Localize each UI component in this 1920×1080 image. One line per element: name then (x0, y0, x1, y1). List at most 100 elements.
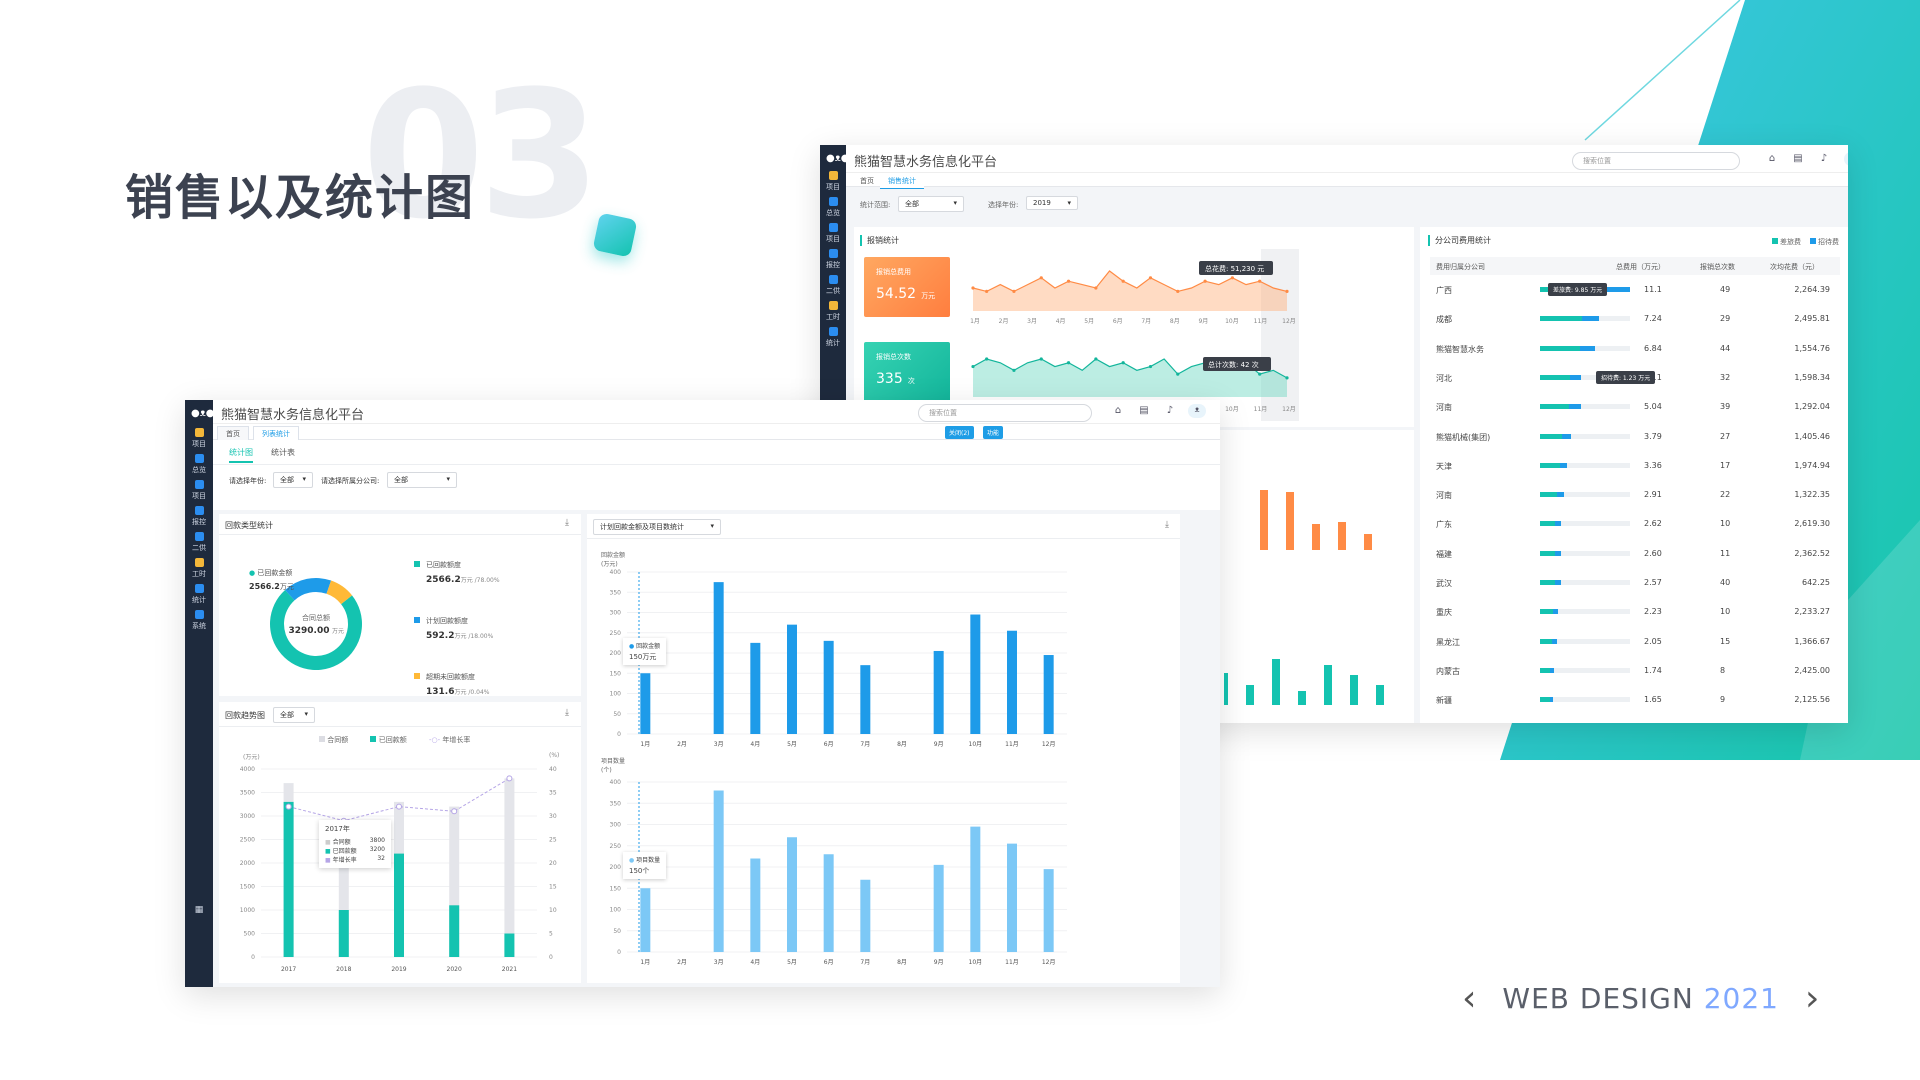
month-tick-label: 10月 (1225, 406, 1239, 413)
trend-tooltip-label: 年增长率 (332, 857, 357, 864)
sidebar-item[interactable]: 工时 (185, 558, 213, 579)
sidebar-item[interactable]: 报控 (820, 249, 846, 270)
legend-travel[interactable]: 差旅费 (1772, 237, 1801, 247)
trend-select[interactable]: 全部 ▾ (273, 707, 315, 723)
table-row[interactable]: 天津 3.36 17 1,974.94 (1430, 457, 1840, 475)
sidebar-item[interactable]: 报控 (185, 506, 213, 527)
sidebar-item[interactable]: 项目 (185, 480, 213, 501)
grid-menu-icon[interactable]: ▦ (185, 905, 213, 915)
download-icon[interactable]: ⤓ (1165, 520, 1169, 530)
bell-icon[interactable]: ♪ (1818, 153, 1830, 165)
table-row[interactable]: 内蒙古 1.74 8 2,425.00 (1430, 662, 1840, 680)
y2-tick-label: 40 (549, 766, 557, 773)
branch-avg: 1,598.34 (1794, 372, 1830, 382)
table-row[interactable]: 熊猫机械(集团) 3.79 27 1,405.46 (1430, 428, 1840, 446)
table-row[interactable]: 重庆 2.23 10 2,233.27 (1430, 603, 1840, 621)
received-bar (394, 853, 404, 957)
branch-name: 重庆 (1436, 608, 1452, 618)
plan-bottom-tooltip-label: 项目数量 (636, 857, 661, 864)
sidebar-item[interactable]: 系统 (185, 610, 213, 631)
branch-bar (1540, 316, 1630, 322)
y-tick-label: 150 (610, 670, 622, 677)
table-row[interactable]: 广东 2.62 10 2,619.30 (1430, 515, 1840, 533)
area-point (985, 357, 989, 361)
download-icon[interactable]: ⤓ (565, 708, 569, 718)
table-row[interactable]: 河南 5.04 39 1,292.04 (1430, 398, 1840, 416)
view-tab-chart[interactable]: 统计图 (229, 447, 253, 463)
received-bar (449, 905, 460, 957)
x-tick-label: 2019 (391, 966, 406, 973)
clipboard-icon[interactable]: ▤ (1792, 153, 1804, 165)
close-tabs-button[interactable]: 关闭(2) (945, 426, 974, 439)
count-tooltip: 总计次数: 42 次 (1203, 357, 1271, 371)
search-input[interactable]: 搜索位置 (1572, 152, 1740, 170)
table-row[interactable]: 熊猫智慧水务 6.84 44 1,554.76 (1430, 340, 1840, 358)
sidebar-item[interactable]: 二供 (820, 275, 846, 296)
table-row[interactable]: 河南 2.91 22 1,322.35 (1430, 486, 1840, 504)
year-select[interactable]: 2019 ▾ (1026, 196, 1078, 210)
month-bar (787, 624, 797, 734)
view-tab-table[interactable]: 统计表 (271, 447, 295, 458)
home-icon[interactable]: ⌂ (1112, 405, 1124, 417)
table-row[interactable]: 广西 11.1 49 2,264.39 (1430, 281, 1840, 299)
category-bar (1364, 534, 1372, 550)
table-row[interactable]: 新疆 1.65 9 2,125.56 (1430, 691, 1840, 709)
sidebar-item[interactable]: 项目 (185, 428, 213, 449)
branch-name: 黑龙江 (1436, 637, 1460, 647)
branch-count: 44 (1720, 343, 1731, 353)
sidebar-item[interactable]: 统计 (820, 327, 846, 348)
legend-swatch (414, 561, 420, 567)
legend-label: 超期未回款额度 (426, 673, 475, 681)
function-button[interactable]: 功能 (983, 426, 1004, 439)
col-branch[interactable]: 费用归属分公司 (1436, 262, 1485, 272)
search-input[interactable]: 搜索位置 (918, 404, 1092, 422)
sidebar-item[interactable]: 统计 (185, 584, 213, 605)
sidebar-item[interactable]: 工时 (820, 301, 846, 322)
category-bar (1350, 675, 1358, 705)
branch-name: 熊猫智慧水务 (1436, 344, 1484, 354)
tab-sales-stats[interactable]: 销售统计 (880, 174, 924, 189)
front-topbar: 熊猫智慧水务信息化平台 搜索位置 ⌂ ▤ ♪ ᴥ (213, 400, 1220, 424)
sidebar-item[interactable]: 二供 (185, 532, 213, 553)
table-row[interactable]: 成都 7.24 29 2,495.81 (1430, 310, 1840, 328)
month-bar (933, 650, 944, 734)
branch-total: 1.74 (1644, 665, 1662, 675)
col-count[interactable]: 报销总次数 (1700, 262, 1735, 272)
x-tick-label: 2017 (281, 966, 296, 973)
y-tick-label: 0 (617, 949, 621, 956)
col-avg[interactable]: 次均花费（元） (1770, 262, 1819, 272)
year-filter-select[interactable]: 全部 ▾ (273, 472, 313, 488)
front-tabstrip: 首页 列表统计 关闭(2) 功能 (213, 424, 1220, 442)
avatar[interactable]: ᴥ (1188, 404, 1206, 418)
svg-text:万元: 万元 (332, 628, 344, 635)
download-icon[interactable]: ⤓ (565, 518, 569, 528)
table-row[interactable]: 武汉 2.57 40 642.25 (1430, 574, 1840, 592)
col-total[interactable]: 总费用（万元） (1616, 262, 1665, 272)
range-select[interactable]: 全部 ▾ (898, 196, 964, 212)
count-card-value: 335 (876, 371, 903, 387)
table-row[interactable]: 黑龙江 2.05 15 1,366.67 (1430, 633, 1840, 651)
company-filter-select[interactable]: 全部 ▾ (387, 472, 457, 488)
bell-icon[interactable]: ♪ (1164, 405, 1176, 417)
clipboard-icon[interactable]: ▤ (1138, 405, 1150, 417)
legend-value-row: 2566.2万元 /78.00% (426, 575, 500, 585)
sidebar-item[interactable]: 项目 (820, 171, 846, 192)
sidebar-item[interactable]: 总览 (185, 454, 213, 475)
home-icon[interactable]: ⌂ (1766, 153, 1778, 165)
plan-select[interactable]: 计划回款金额及项目数统计 ▾ (593, 519, 721, 535)
slide: 03 销售以及统计图 ●ᴥ● 项目 总览 项目 报控 二供 工时 统计 熊猫智慧水务信息化平… (0, 0, 1920, 1080)
chevron-left-icon[interactable]: ‹ (1462, 978, 1476, 1019)
hosting-fill (1579, 345, 1596, 351)
area-point (1012, 368, 1016, 372)
sidebar-item[interactable]: 项目 (820, 223, 846, 244)
area-point (1094, 286, 1098, 290)
sidebar-item[interactable]: 总览 (820, 197, 846, 218)
legend-hosting[interactable]: 招待费 (1810, 237, 1839, 247)
avatar[interactable]: ᴥ (1844, 152, 1848, 166)
table-row[interactable]: 福建 2.60 11 2,362.52 (1430, 545, 1840, 563)
back-tabstrip: 首页 销售统计 (846, 173, 1848, 189)
sidebar-item-icon (828, 327, 838, 336)
tab-home[interactable]: 首页 (852, 174, 882, 188)
chevron-right-icon[interactable]: › (1805, 978, 1819, 1019)
x-tick-label: 9月 (934, 741, 944, 748)
